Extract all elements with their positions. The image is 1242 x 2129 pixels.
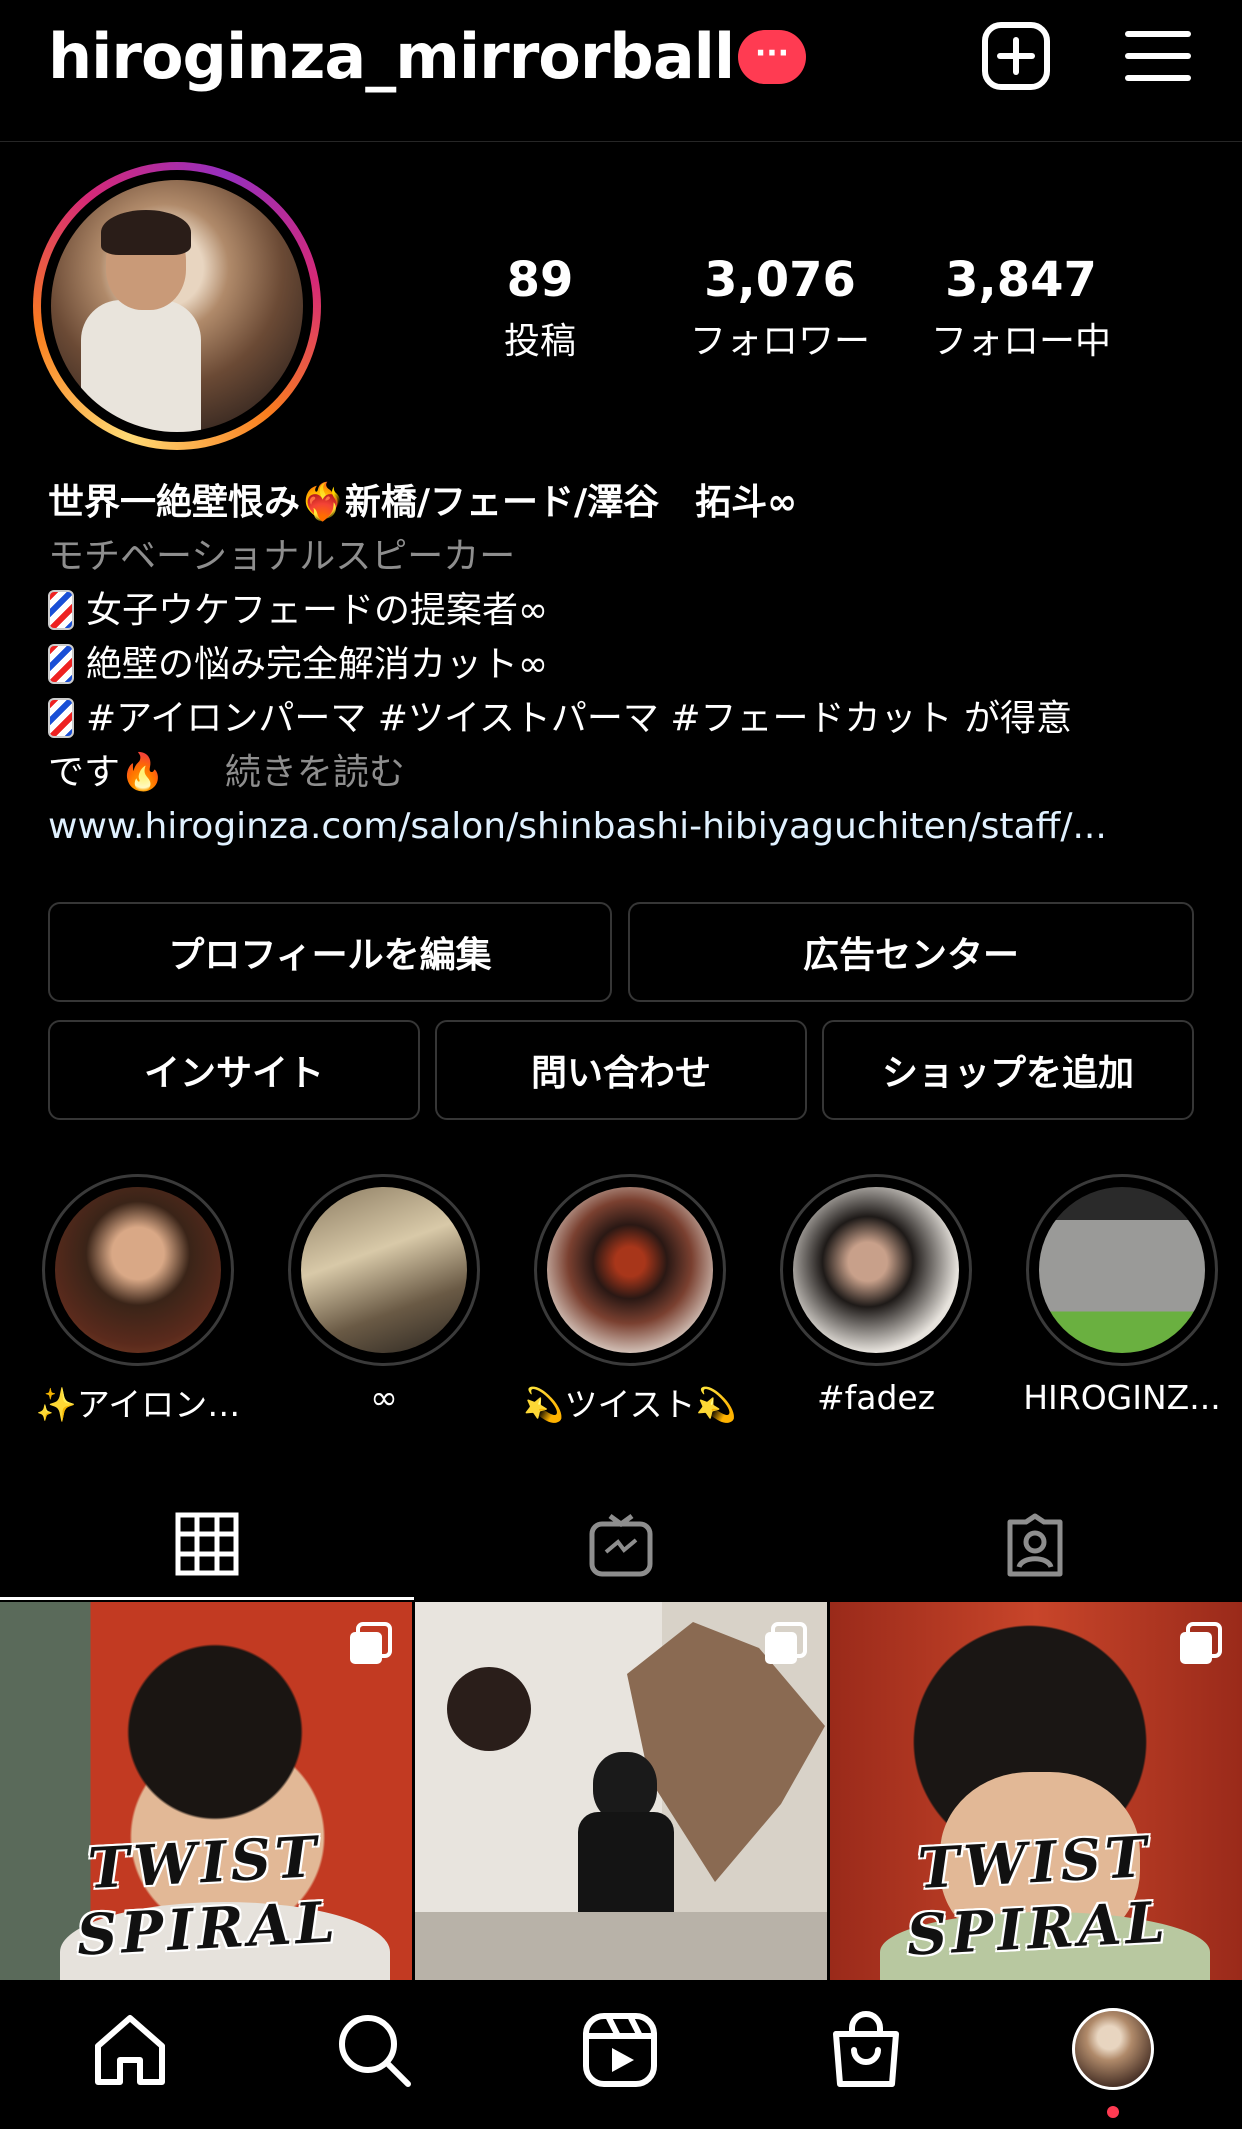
avatar-photo xyxy=(51,180,303,432)
tagged-icon xyxy=(1007,1513,1063,1577)
followers-count: 3,076 xyxy=(704,252,856,308)
following-label: フォロー中 xyxy=(930,321,1111,362)
shop-icon[interactable] xyxy=(826,2010,906,2090)
post-thumbnail[interactable]: TWIST SPIRAL xyxy=(0,1602,412,1980)
reels-icon[interactable] xyxy=(580,2010,660,2090)
barber-pole-icon xyxy=(48,698,74,738)
add-post-icon[interactable] xyxy=(980,20,1052,92)
highlight-label: 💫ツイスト💫 xyxy=(523,1385,737,1424)
bio-line: 絶壁の悩み完全解消カット∞ xyxy=(86,644,548,685)
highlight-cover xyxy=(55,1187,221,1353)
notification-dot xyxy=(1107,2106,1119,2118)
menu-icon[interactable] xyxy=(1122,20,1194,92)
tab-grid[interactable] xyxy=(0,1490,414,1600)
highlight-cover xyxy=(301,1187,467,1353)
tab-igtv[interactable] xyxy=(414,1490,828,1600)
bio-line: です🔥 xyxy=(48,752,165,793)
contact-button[interactable]: 問い合わせ xyxy=(435,1020,807,1120)
bio-line: 女子ウケフェードの提案者∞ xyxy=(86,590,548,631)
highlight-label: ∞ xyxy=(370,1378,398,1417)
post-thumbnail[interactable]: TWIST SPIRAL xyxy=(830,1602,1242,1980)
bottom-navigation xyxy=(0,1980,1242,2129)
stat-followers[interactable]: 3,076 フォロワー xyxy=(680,252,880,364)
highlight-cover xyxy=(547,1187,713,1353)
insights-button[interactable]: インサイト xyxy=(48,1020,420,1120)
following-count: 3,847 xyxy=(945,252,1097,308)
highlight-cover xyxy=(1039,1187,1205,1353)
bio-website-link[interactable]: www.hiroginza.com/salon/shinbashi-hibiya… xyxy=(48,800,1208,854)
profile-bio: 世界一絶壁恨み❤️‍🔥新橋/フェード/澤谷 拓斗∞ モチベーショナルスピーカー … xyxy=(48,476,1208,854)
notification-badge[interactable]: ··· xyxy=(738,30,806,84)
username-title[interactable]: hiroginza_mirrorball xyxy=(48,20,735,93)
post-caption-overlay: TWIST SPIRAL xyxy=(905,1823,1171,1969)
search-icon[interactable] xyxy=(334,2010,414,2090)
story-highlight[interactable]: ✨アイロン… xyxy=(36,1174,240,1426)
story-highlight[interactable]: ∞ xyxy=(288,1174,480,1417)
story-highlight[interactable]: #fadez xyxy=(780,1174,972,1417)
home-icon[interactable] xyxy=(90,2010,170,2090)
highlight-label: HIROGINZ... xyxy=(1023,1378,1221,1417)
story-highlight[interactable]: 💫ツイスト💫 xyxy=(523,1174,737,1426)
post-thumbnail[interactable] xyxy=(415,1602,827,1980)
profile-header: hiroginza_mirrorball ··· xyxy=(0,0,1242,142)
grid-icon xyxy=(175,1512,239,1575)
multiple-posts-icon xyxy=(1180,1622,1222,1664)
highlight-cover xyxy=(793,1187,959,1353)
tab-tagged[interactable] xyxy=(828,1490,1242,1600)
stat-following[interactable]: 3,847 フォロー中 xyxy=(916,252,1126,364)
story-highlight[interactable]: HIROGINZ... xyxy=(1023,1174,1221,1417)
barber-pole-icon xyxy=(48,644,74,684)
display-name: 世界一絶壁恨み❤️‍🔥新橋/フェード/澤谷 拓斗∞ xyxy=(48,482,798,523)
multiple-posts-icon xyxy=(350,1622,392,1664)
igtv-icon xyxy=(589,1513,653,1577)
post-caption-overlay: TWIST SPIRAL xyxy=(75,1823,341,1969)
profile-category: モチベーショナルスピーカー xyxy=(48,536,516,577)
bio-line: #アイロンパーマ #ツイストパーマ #フェードカット が得意 xyxy=(86,698,1072,739)
multiple-posts-icon xyxy=(765,1622,807,1664)
barber-pole-icon xyxy=(48,590,74,630)
highlight-label: #fadez xyxy=(816,1378,936,1417)
ad-center-button[interactable]: 広告センター xyxy=(628,902,1194,1002)
posts-count: 89 xyxy=(506,252,574,308)
posts-label: 投稿 xyxy=(503,321,576,362)
highlight-label: ✨アイロン… xyxy=(35,1385,241,1424)
stat-posts[interactable]: 89 投稿 xyxy=(480,252,600,364)
edit-profile-button[interactable]: プロフィールを編集 xyxy=(48,902,612,1002)
profile-avatar-nav[interactable] xyxy=(1072,2008,1154,2090)
read-more-link[interactable]: 続きを読む xyxy=(225,752,405,793)
followers-label: フォロワー xyxy=(689,321,870,362)
add-shop-button[interactable]: ショップを追加 xyxy=(822,1020,1194,1120)
profile-avatar[interactable] xyxy=(33,162,321,450)
